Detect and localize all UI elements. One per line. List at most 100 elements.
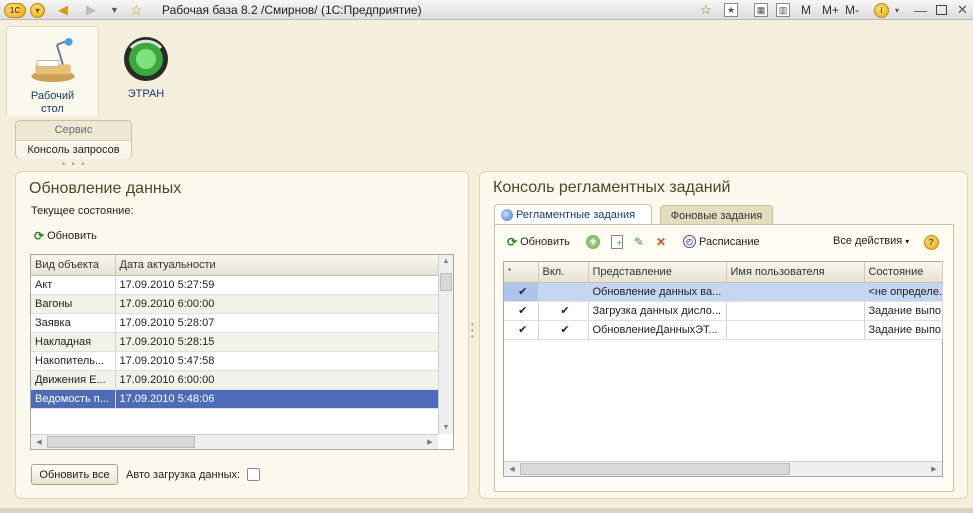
refresh-icon: ⟳ bbox=[507, 235, 518, 249]
table-row[interactable]: Заявка 17.09.2010 5:28:07 bbox=[31, 313, 439, 333]
table-row-current[interactable]: ✔ Обновление данных ва... <не определе..… bbox=[504, 282, 943, 302]
section-desktop-label: Рабочий стол bbox=[30, 90, 75, 115]
cell bbox=[726, 301, 865, 321]
scroll-thumb[interactable] bbox=[440, 273, 452, 291]
panel-splitter[interactable]: • • • bbox=[471, 321, 474, 341]
close-icon[interactable]: ✕ bbox=[957, 2, 968, 18]
cell: Акт bbox=[31, 275, 116, 295]
cell: Ведомость п... bbox=[31, 389, 116, 409]
tab-background-jobs[interactable]: Фоновые задания bbox=[660, 205, 773, 225]
objects-table[interactable]: Вид объекта Дата актуальности Акт 17.09.2… bbox=[30, 254, 454, 450]
all-actions-menu[interactable]: Все действия ▾ bbox=[833, 235, 909, 247]
collapse-handle[interactable]: • • • bbox=[62, 159, 86, 169]
scheduled-jobs-table[interactable]: * Вкл. Представление Имя пользователя Со… bbox=[503, 261, 943, 477]
query-console-link[interactable]: Консоль запросов bbox=[16, 140, 131, 159]
favorites-star-icon[interactable]: ☆ bbox=[130, 2, 143, 18]
cell: Движения Е... bbox=[31, 370, 116, 390]
autoload-label: Авто загрузка данных: bbox=[126, 469, 241, 481]
calculator-icon[interactable]: ▦ bbox=[754, 2, 768, 18]
info-icon[interactable]: i bbox=[874, 2, 889, 18]
etran-icon bbox=[124, 37, 168, 81]
copy-icon[interactable]: + bbox=[609, 234, 625, 250]
cell: Задание выпо... bbox=[864, 301, 943, 321]
scroll-up-icon[interactable]: ▲ bbox=[439, 258, 453, 265]
table-row[interactable]: ✔ ✔ Загрузка данных дисло... Задание вып… bbox=[504, 301, 943, 321]
forward-icon[interactable]: ▶ bbox=[86, 2, 96, 18]
cell: Обновление данных ва... bbox=[588, 282, 727, 302]
table-row-selected[interactable]: Ведомость п... 17.09.2010 5:48:06 bbox=[31, 389, 439, 409]
column-header[interactable]: Представление bbox=[588, 262, 727, 283]
scroll-left-icon[interactable]: ◀ bbox=[505, 465, 519, 473]
column-header[interactable]: Состояние bbox=[864, 262, 943, 283]
check-icon: ✔ bbox=[504, 282, 539, 302]
add-favorite-icon[interactable]: ☆ bbox=[700, 2, 712, 18]
cell: 17.09.2010 5:48:06 bbox=[115, 389, 439, 409]
autoload-checkbox[interactable] bbox=[247, 468, 260, 481]
cell bbox=[726, 320, 865, 340]
cell: ОбновлениеДанныхЭТ... bbox=[588, 320, 727, 340]
section-etran[interactable]: ЭТРАН bbox=[105, 26, 187, 116]
column-header[interactable]: Вид объекта bbox=[31, 255, 116, 276]
table-row[interactable]: Накладная 17.09.2010 5:28:15 bbox=[31, 332, 439, 352]
table-header: Вид объекта Дата актуальности bbox=[31, 255, 439, 276]
table-row[interactable]: Накопитель... 17.09.2010 5:47:58 bbox=[31, 351, 439, 371]
main-menu-icon[interactable]: ▾ bbox=[30, 2, 45, 18]
cell: Задание выпо... bbox=[864, 320, 943, 340]
enabled-check-icon[interactable]: ✔ bbox=[538, 301, 589, 321]
enabled-cell[interactable] bbox=[538, 282, 589, 302]
table-row[interactable]: ✔ ✔ ОбновлениеДанныхЭТ... Задание выпо..… bbox=[504, 320, 943, 340]
title-bar: 1C ▾ ◀ ▶ ▼ ☆ Рабочая база 8.2 /Смирнов/ … bbox=[0, 0, 973, 20]
section-desktop[interactable]: Рабочий стол bbox=[6, 26, 99, 116]
cell: 17.09.2010 6:00:00 bbox=[115, 294, 439, 314]
refresh-icon: ⟳ bbox=[34, 229, 45, 243]
delete-icon[interactable]: ✕ bbox=[653, 234, 669, 250]
table-row[interactable]: Акт 17.09.2010 5:27:59 bbox=[31, 275, 439, 295]
info-dropdown-icon[interactable]: ▾ bbox=[895, 2, 899, 18]
table-row[interactable]: Вагоны 17.09.2010 6:00:00 bbox=[31, 294, 439, 314]
help-icon[interactable]: ? bbox=[923, 234, 939, 250]
cell: 17.09.2010 5:28:07 bbox=[115, 313, 439, 333]
calendar-icon[interactable]: ▥ bbox=[776, 2, 790, 18]
jobs-refresh-button[interactable]: ⟳ Обновить bbox=[507, 235, 570, 249]
window-title: Рабочая база 8.2 /Смирнов/ (1С:Предприят… bbox=[162, 3, 422, 17]
minimize-icon[interactable]: — bbox=[914, 2, 927, 18]
desk-icon bbox=[30, 37, 75, 83]
refresh-all-button[interactable]: Обновить все bbox=[31, 464, 118, 485]
column-header[interactable]: Имя пользователя bbox=[726, 262, 865, 283]
column-header[interactable]: Вкл. bbox=[538, 262, 589, 283]
enabled-check-icon[interactable]: ✔ bbox=[538, 320, 589, 340]
bookmark-icon[interactable]: ★ bbox=[724, 2, 738, 18]
cell: 17.09.2010 5:28:15 bbox=[115, 332, 439, 352]
scroll-right-icon[interactable]: ▶ bbox=[423, 438, 437, 446]
scroll-right-icon[interactable]: ▶ bbox=[927, 465, 941, 473]
memory-mplus-button[interactable]: M+ bbox=[822, 2, 839, 18]
data-update-title: Обновление данных bbox=[29, 180, 182, 197]
schedule-button[interactable]: ◴ Расписание bbox=[683, 235, 760, 248]
scroll-down-icon[interactable]: ▼ bbox=[439, 424, 453, 431]
add-icon[interactable]: + bbox=[585, 234, 601, 250]
table-row[interactable]: Движения Е... 17.09.2010 6:00:00 bbox=[31, 370, 439, 390]
cell: Накопитель... bbox=[31, 351, 116, 371]
status-strip bbox=[0, 508, 973, 513]
column-header-mark[interactable]: * bbox=[504, 262, 539, 283]
maximize-icon[interactable] bbox=[936, 2, 947, 18]
scroll-thumb[interactable] bbox=[47, 436, 195, 448]
scroll-left-icon[interactable]: ◀ bbox=[32, 438, 46, 446]
service-group: Сервис Консоль запросов bbox=[15, 120, 132, 159]
cell: Вагоны bbox=[31, 294, 116, 314]
horizontal-scrollbar[interactable]: ◀ ▶ bbox=[31, 434, 438, 449]
app-logo-icon[interactable]: 1C bbox=[4, 2, 26, 18]
back-icon[interactable]: ◀ bbox=[58, 2, 68, 18]
memory-m-button[interactable]: M bbox=[801, 2, 811, 18]
edit-icon[interactable]: ✎ bbox=[631, 234, 647, 250]
refresh-button[interactable]: ⟳ Обновить bbox=[34, 229, 97, 243]
tab-label: Регламентные задания bbox=[516, 208, 636, 221]
column-header[interactable]: Дата актуальности bbox=[115, 255, 439, 276]
horizontal-scrollbar[interactable]: ◀ ▶ bbox=[504, 461, 942, 476]
memory-mminus-button[interactable]: M- bbox=[845, 2, 859, 18]
history-dropdown-icon[interactable]: ▼ bbox=[110, 2, 119, 18]
scheduled-jobs-tab-body: ⟳ Обновить + + ✎ ✕ ◴ Расписание Все дейс… bbox=[494, 224, 954, 492]
tab-scheduled-jobs[interactable]: Регламентные задания bbox=[494, 204, 652, 224]
scroll-thumb[interactable] bbox=[520, 463, 790, 475]
vertical-scrollbar[interactable]: ▲ ▼ bbox=[438, 255, 453, 434]
